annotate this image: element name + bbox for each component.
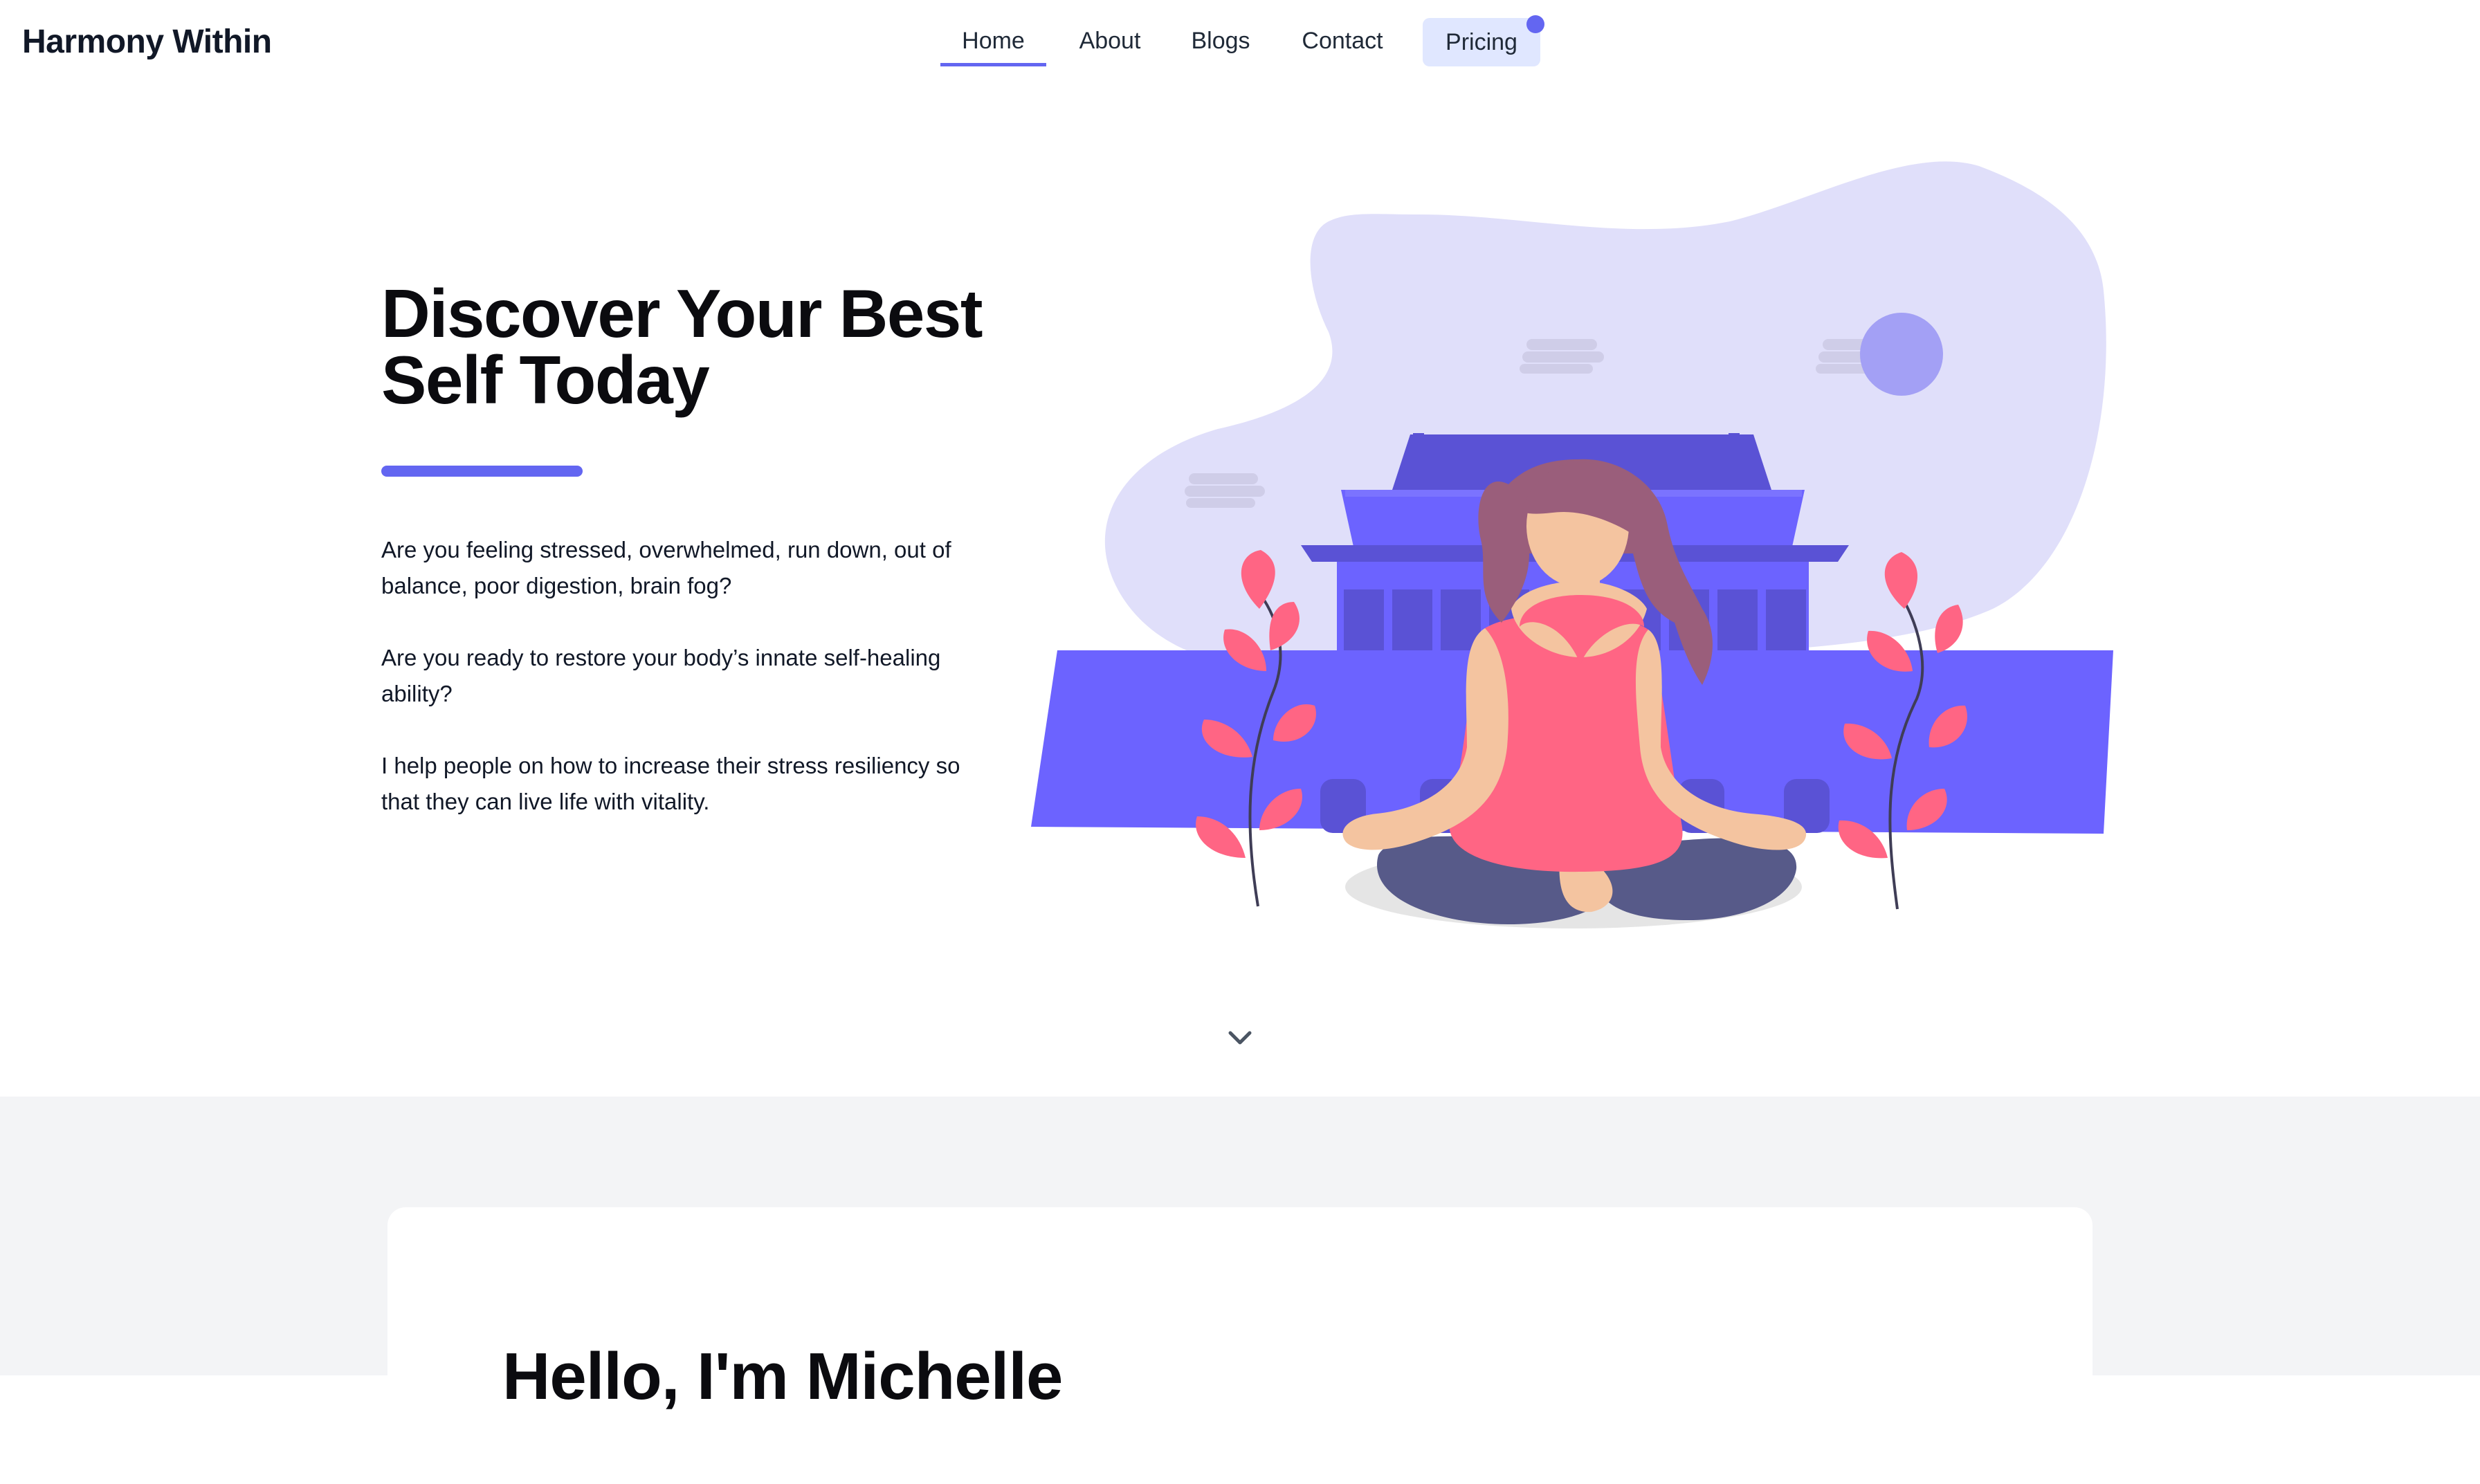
hero-title: Discover Your Best Self Today (381, 275, 983, 418)
navbar: Harmony Within Home About Blogs Contact … (0, 0, 2480, 90)
nav-contact[interactable]: Contact (1291, 18, 1394, 66)
about-card: Hello, I'm Michelle (388, 1207, 2092, 1484)
nav-home[interactable]: Home (940, 18, 1046, 66)
nav-about[interactable]: About (1065, 18, 1155, 66)
nav-pricing[interactable]: Pricing (1423, 15, 1544, 66)
nav-blogs[interactable]: Blogs (1179, 18, 1262, 66)
hero-section: Discover Your Best Self Today Are you fe… (0, 90, 2480, 1097)
hero-accent-bar (381, 466, 583, 477)
sun (1860, 313, 1943, 396)
nav-pricing-label: Pricing (1446, 29, 1517, 55)
cloud (1185, 473, 1265, 508)
hero-paragraph: Are you feeling stressed, overwhelmed, r… (381, 537, 951, 598)
cloud (1520, 339, 1604, 374)
chevron-down-icon[interactable] (1226, 1024, 1254, 1052)
notification-dot (1526, 15, 1544, 33)
about-section: Hello, I'm Michelle (0, 1097, 2480, 1484)
hero-paragraph: Are you ready to restore your body’s inn… (381, 645, 941, 706)
about-title: Hello, I'm Michelle (502, 1339, 1063, 1413)
hero-paragraph: I help people on how to increase their s… (381, 753, 960, 814)
meditation-illustration (1031, 161, 2113, 928)
brand-logo[interactable]: Harmony Within (22, 23, 272, 61)
